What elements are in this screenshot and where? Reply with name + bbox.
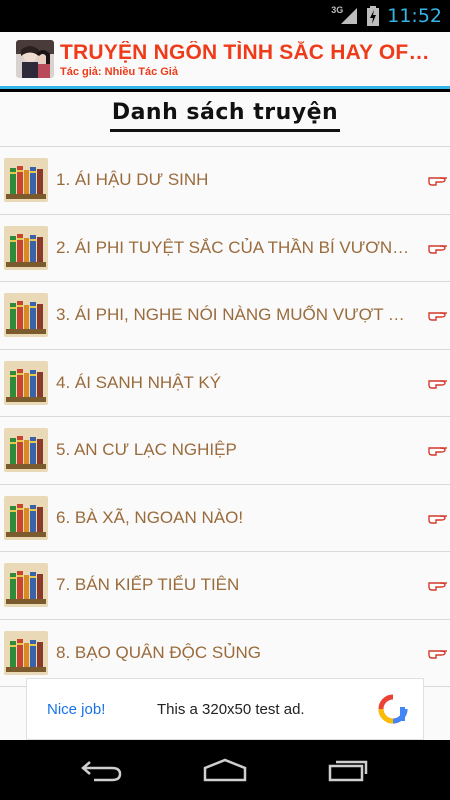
ad-nice-label[interactable]: Nice job! xyxy=(47,701,157,718)
home-icon xyxy=(203,758,247,782)
back-icon xyxy=(80,761,121,782)
story-list-item[interactable]: 2. ÁI PHI TUYỆT SẮC CỦA THẦN BÍ VƯƠNG GI… xyxy=(0,215,450,282)
book-shelf-icon xyxy=(4,225,48,270)
book-shelf-icon xyxy=(4,563,48,608)
pointing-hand-icon xyxy=(428,578,448,592)
battery-charging-icon xyxy=(367,6,380,26)
list-header-title: Danh sách truyện xyxy=(109,100,341,132)
story-title: 4. ÁI SANH NHẬT KÝ xyxy=(56,372,222,392)
book-shelf-icon xyxy=(4,428,48,473)
app-bar: TRUYỆN NGÔN TÌNH SẮC HAY OFFLINE Tác giả… xyxy=(0,32,450,89)
list-header: Danh sách truyện xyxy=(0,92,450,146)
recents-button[interactable] xyxy=(320,750,376,790)
pointing-hand-icon xyxy=(428,376,448,390)
book-shelf-icon xyxy=(4,630,48,675)
book-shelf-icon xyxy=(4,293,48,338)
home-button[interactable] xyxy=(197,750,253,790)
admob-logo-icon xyxy=(378,694,408,724)
status-icons: 3G 11:52 xyxy=(331,0,442,32)
navigation-bar xyxy=(0,740,450,800)
recents-icon xyxy=(329,760,368,782)
story-list-item[interactable]: 4. ÁI SANH NHẬT KÝ xyxy=(0,350,450,417)
pointing-hand-icon xyxy=(428,511,448,525)
book-shelf-icon xyxy=(4,360,48,405)
pointing-hand-icon xyxy=(428,173,448,187)
status-bar: 3G 11:52 xyxy=(0,0,450,32)
pointing-hand-icon xyxy=(428,443,448,457)
pointing-hand-icon xyxy=(428,308,448,322)
app-subtitle: Tác giả: Nhiều Tác Giả xyxy=(60,65,178,78)
story-title: 2. ÁI PHI TUYỆT SẮC CỦA THẦN BÍ VƯƠNG GI… xyxy=(56,237,411,257)
story-list-item[interactable]: 6. BÀ XÃ, NGOAN NÀO! xyxy=(0,485,450,552)
story-list-item[interactable]: 1. ÁI HẬU DƯ SINH xyxy=(0,147,450,215)
book-shelf-icon xyxy=(4,158,48,203)
app-logo[interactable] xyxy=(16,40,54,78)
pointing-hand-icon xyxy=(428,241,448,255)
story-title: 1. ÁI HẬU DƯ SINH xyxy=(56,170,209,190)
main-content: Danh sách truyện 1. ÁI HẬU DƯ SINH 2. ÁI… xyxy=(0,92,450,740)
app-title: TRUYỆN NGÔN TÌNH SẮC HAY OFFLINE xyxy=(60,40,440,64)
pointing-hand-icon xyxy=(428,646,448,660)
ad-banner[interactable]: Nice job! This a 320x50 test ad. xyxy=(26,678,424,740)
back-button[interactable] xyxy=(74,750,130,790)
status-clock: 11:52 xyxy=(387,5,442,27)
app-title-block: TRUYỆN NGÔN TÌNH SẮC HAY OFFLINE Tác giả… xyxy=(60,41,440,78)
book-shelf-icon xyxy=(4,495,48,540)
ad-text: This a 320x50 test ad. xyxy=(157,700,305,718)
story-list-item[interactable]: 8. BẠO QUÂN ĐỘC SỦNG xyxy=(0,620,450,687)
story-list-item[interactable]: 5. AN CƯ LẠC NGHIỆP xyxy=(0,417,450,485)
story-list-item[interactable]: 7. BÁN KIẾP TIỂU TIÊN xyxy=(0,552,450,620)
story-title: 5. AN CƯ LẠC NGHIỆP xyxy=(56,440,237,460)
story-list: 1. ÁI HẬU DƯ SINH 2. ÁI PHI TUYỆT SẮC CỦ… xyxy=(0,146,450,687)
story-title: 8. BẠO QUÂN ĐỘC SỦNG xyxy=(56,642,261,662)
story-title: 7. BÁN KIẾP TIỂU TIÊN xyxy=(56,575,240,595)
story-list-item[interactable]: 3. ÁI PHI, NGHE NÓI NÀNG MUỐN VƯỢT TƯỜNG xyxy=(0,282,450,350)
network-type-label: 3G xyxy=(331,5,344,15)
story-title: 3. ÁI PHI, NGHE NÓI NÀNG MUỐN VƯỢT TƯỜNG xyxy=(56,305,411,325)
story-title: 6. BÀ XÃ, NGOAN NÀO! xyxy=(56,507,244,527)
